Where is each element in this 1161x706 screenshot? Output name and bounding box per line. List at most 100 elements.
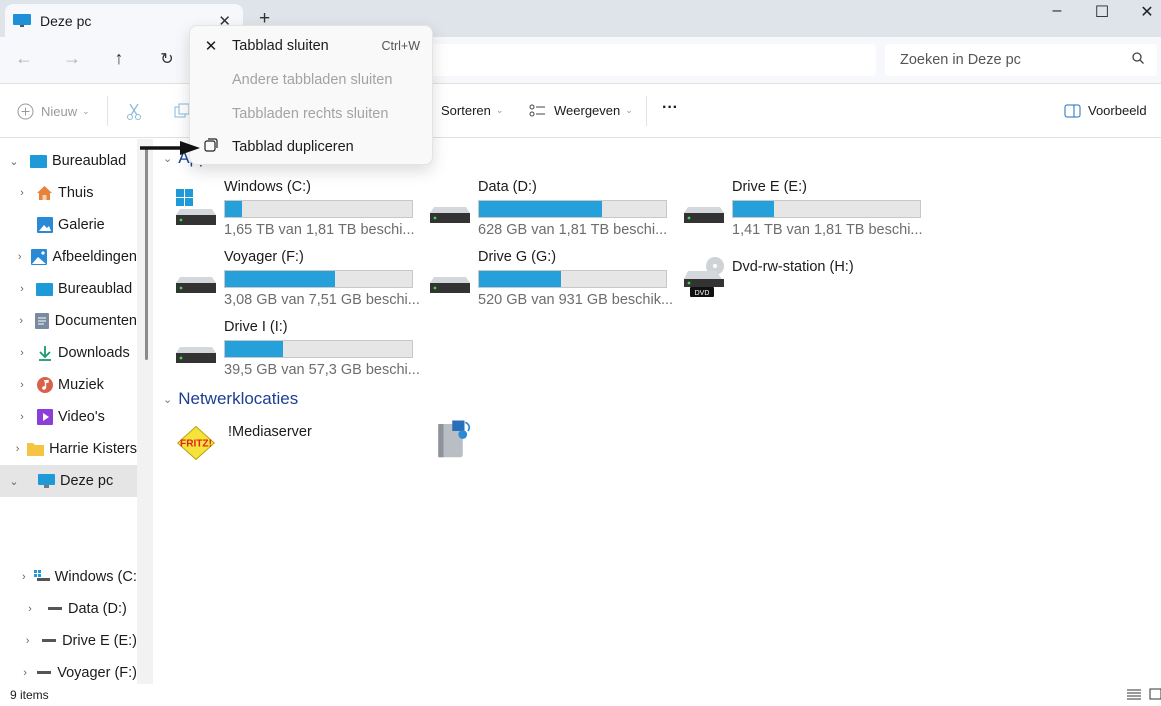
chevron-right-icon[interactable]: › xyxy=(14,283,30,295)
sort-label: Sorteren xyxy=(441,103,491,118)
refresh-button[interactable]: ↻ xyxy=(155,49,179,69)
sidebar-item-thuis[interactable]: › Thuis xyxy=(0,177,137,209)
new-button[interactable]: Nieuw ⌄ xyxy=(17,103,90,120)
chevron-down-icon[interactable]: ⌄ xyxy=(6,155,22,168)
chevron-right-icon[interactable]: › xyxy=(14,347,30,359)
sidebar-label: Muziek xyxy=(58,377,104,393)
menu-item-label: Tabbladen rechts sluiten xyxy=(232,106,389,122)
drive-item[interactable]: DVD Dvd-rw-station (H:) xyxy=(682,249,932,309)
chevron-right-icon[interactable]: › xyxy=(22,603,38,615)
drive-free-space: 628 GB van 1,81 TB beschi... xyxy=(478,222,668,238)
download-icon xyxy=(36,345,53,361)
sidebar-label: Voyager (F:) xyxy=(57,665,137,681)
sidebar-item-drive-e[interactable]: › Drive E (E:) xyxy=(0,625,137,657)
drive-usage-fill xyxy=(225,271,336,287)
sidebar-item-downloads[interactable]: › Downloads xyxy=(0,337,137,369)
address-bar[interactable] xyxy=(430,44,876,76)
tab-title: Deze pc xyxy=(40,12,92,29)
minimize-button[interactable]: – xyxy=(1042,2,1072,20)
drive-item[interactable]: Drive I (I:) 39,5 GB van 57,3 GB beschi..… xyxy=(174,319,424,379)
drive-name: Dvd-rw-station (H:) xyxy=(732,259,854,275)
drive-item[interactable]: Data (D:) 628 GB van 1,81 TB beschi... xyxy=(428,179,678,239)
chevron-right-icon[interactable]: › xyxy=(22,667,28,679)
new-label: Nieuw xyxy=(41,104,78,119)
sidebar-item-deze-pc[interactable]: ⌄ Deze pc xyxy=(0,465,137,497)
cut-button[interactable] xyxy=(126,103,142,121)
desktop-icon xyxy=(36,281,53,297)
drive-usage-fill xyxy=(225,341,283,357)
sidebar-label: Windows (C:) xyxy=(54,569,137,585)
sidebar-item-bureaublad[interactable]: › Bureaublad xyxy=(0,273,137,305)
dvd-drive-icon: DVD xyxy=(684,257,724,297)
chevron-down-icon: ⌄ xyxy=(625,105,633,115)
scissors-icon xyxy=(127,103,141,120)
sidebar-item-afbeeldingen[interactable]: › Afbeeldingen xyxy=(0,241,137,273)
chevron-down-icon[interactable]: ⌄ xyxy=(6,475,22,488)
plus-circle-icon xyxy=(17,103,34,120)
sidebar-item-user-folder[interactable]: › Harrie Kisters xyxy=(0,433,137,465)
drive-usage-bar xyxy=(732,200,921,218)
svg-text:DVD: DVD xyxy=(695,290,710,297)
sidebar-item-galerie[interactable]: Galerie xyxy=(0,209,137,241)
preview-pane-button[interactable]: Voorbeeld xyxy=(1064,103,1147,118)
details-view-icon[interactable] xyxy=(1127,689,1141,701)
close-window-button[interactable]: ✕ xyxy=(1132,2,1161,22)
view-list-icon xyxy=(529,104,545,116)
drive-usage-bar xyxy=(224,270,413,288)
drive-item[interactable]: Drive G (G:) 520 GB van 931 GB beschik... xyxy=(428,249,678,309)
chevron-right-icon[interactable]: › xyxy=(22,635,33,647)
menu-item-close-other-tabs[interactable]: Andere tabbladen sluiten xyxy=(190,63,434,97)
drive-item[interactable]: Drive E (E:) 1,41 TB van 1,81 TB beschi..… xyxy=(682,179,932,239)
chevron-right-icon[interactable]: › xyxy=(14,411,30,423)
sidebar-item-videos[interactable]: › Video's xyxy=(0,401,137,433)
menu-item-close-tabs-right[interactable]: Tabbladen rechts sluiten xyxy=(190,97,434,131)
chevron-right-icon[interactable]: › xyxy=(14,443,21,455)
chevron-right-icon[interactable]: › xyxy=(14,379,30,391)
search-input[interactable]: Zoeken in Deze pc xyxy=(885,44,1157,76)
drive-free-space: 39,5 GB van 57,3 GB beschi... xyxy=(224,362,420,378)
more-options-button[interactable]: ··· xyxy=(662,99,678,117)
menu-item-close-tab[interactable]: ✕ Tabblad sluiten Ctrl+W xyxy=(190,29,434,63)
group-header-network[interactable]: ⌄ Netwerklocaties xyxy=(163,389,298,409)
drive-name: Drive I (I:) xyxy=(224,319,288,335)
chevron-right-icon[interactable]: › xyxy=(14,315,28,327)
menu-item-duplicate-tab[interactable]: Tabblad dupliceren xyxy=(190,130,434,164)
drive-name: Data (D:) xyxy=(478,179,537,195)
sidebar-item-bureaublad-root[interactable]: ⌄ Bureaublad xyxy=(0,145,137,177)
forward-button[interactable]: → xyxy=(60,48,84,69)
network-item-media-server-device[interactable] xyxy=(432,417,482,477)
sidebar-label: Thuis xyxy=(58,185,94,201)
copy-button[interactable] xyxy=(174,103,190,119)
tiles-view-icon[interactable] xyxy=(1149,688,1161,701)
drive-item[interactable]: Voyager (F:) 3,08 GB van 7,51 GB beschi..… xyxy=(174,249,424,309)
sidebar-scrollbar-thumb[interactable] xyxy=(145,148,148,360)
sidebar-item-documenten[interactable]: › Documenten xyxy=(0,305,137,337)
media-server-icon xyxy=(438,420,471,458)
sidebar-label: Documenten xyxy=(54,313,137,329)
drive-usage-fill xyxy=(479,201,603,217)
back-button[interactable]: ← xyxy=(12,48,36,69)
network-item-name: !Mediaserver xyxy=(228,424,312,440)
sidebar-item-windows-c[interactable]: › Windows (C:) xyxy=(0,561,137,593)
chevron-right-icon[interactable]: › xyxy=(14,187,30,199)
content-pane: ⌄ Apparaten en stations Windows (C:)1,65… xyxy=(154,139,1161,684)
sort-button[interactable]: Sorteren ⌄ xyxy=(441,103,503,118)
drive-icon xyxy=(46,601,63,617)
copy-icon xyxy=(174,103,190,118)
hard-drive-icon xyxy=(430,277,470,293)
more-icon: ··· xyxy=(662,99,678,116)
sidebar-item-data-d[interactable]: › Data (D:) xyxy=(0,593,137,625)
network-item-mediaserver[interactable]: FRITZ! !Mediaserver xyxy=(174,422,424,482)
sidebar-label: Bureaublad xyxy=(58,281,133,297)
sidebar-label: Drive E (E:) xyxy=(62,633,137,649)
maximize-button[interactable]: ☐ xyxy=(1087,2,1117,22)
view-button[interactable]: Weergeven ⌄ xyxy=(529,103,633,118)
drive-item[interactable]: Windows (C:) 1,65 TB van 1,81 TB beschi..… xyxy=(174,179,424,239)
chevron-right-icon[interactable]: › xyxy=(22,571,26,583)
sidebar-item-muziek[interactable]: › Muziek xyxy=(0,369,137,401)
pictures-icon xyxy=(31,249,48,265)
up-button[interactable]: ↑ xyxy=(107,48,131,69)
group-label: Netwerklocaties xyxy=(178,389,299,408)
tab-context-menu: ✕ Tabblad sluiten Ctrl+W Andere tabblade… xyxy=(189,25,433,165)
chevron-right-icon[interactable]: › xyxy=(14,251,25,263)
